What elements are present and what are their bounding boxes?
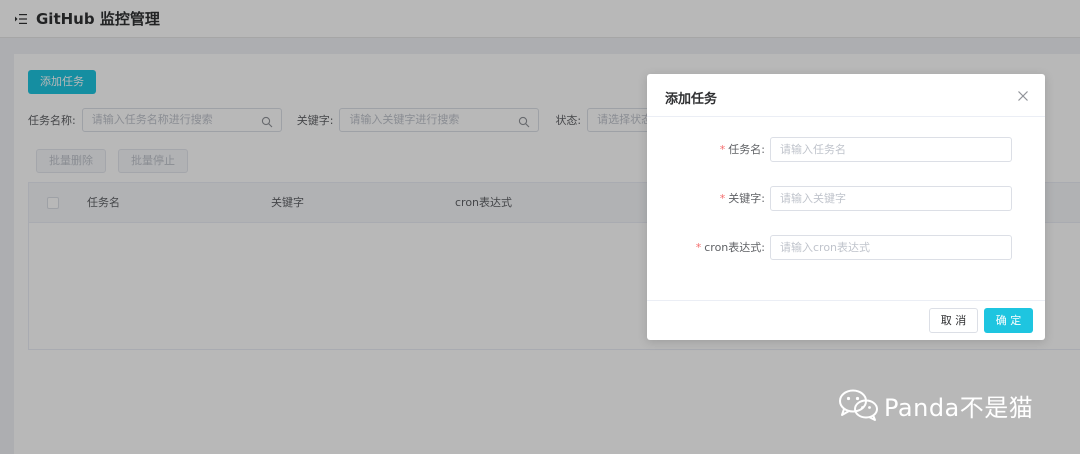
keyword-field-label: * 关键字: [720,186,765,211]
keyword-field[interactable]: 请输入关键字 [770,186,1012,211]
confirm-button[interactable]: 确 定 [984,308,1033,333]
task-name-field-placeholder: 请输入任务名 [780,143,846,156]
task-name-field[interactable]: 请输入任务名 [770,137,1012,162]
required-mark: * [719,143,726,156]
keyword-label-text: 关键字: [728,192,765,205]
cron-field-placeholder: 请输入cron表达式 [780,241,871,254]
close-icon[interactable] [1017,90,1029,102]
form-row-task-name: * 任务名: 请输入任务名 [647,137,1045,162]
cron-label-text: cron表达式: [704,241,765,254]
cron-field-label: * cron表达式: [696,235,765,260]
required-mark: * [695,241,702,254]
cron-field[interactable]: 请输入cron表达式 [770,235,1012,260]
form-row-keyword: * 关键字: 请输入关键字 [647,186,1045,211]
keyword-field-placeholder: 请输入关键字 [780,192,846,205]
watermark: Panda不是猫 [838,385,1033,425]
task-name-label-text: 任务名: [728,143,765,156]
dialog-title: 添加任务 [665,92,718,107]
dialog-footer-divider [647,300,1045,301]
form-row-cron: * cron表达式: 请输入cron表达式 [647,235,1045,260]
cancel-button[interactable]: 取 消 [929,308,978,333]
task-name-field-label: * 任务名: [720,137,765,162]
required-mark: * [719,192,726,205]
add-task-dialog: 添加任务 * 任务名: 请输入任务名 * 关键字: 请输入关键字 * cron表达式:… [647,74,1045,340]
watermark-text: Panda不是猫 [884,393,1034,422]
wechat-icon [838,387,880,423]
dialog-header-divider [647,116,1045,117]
